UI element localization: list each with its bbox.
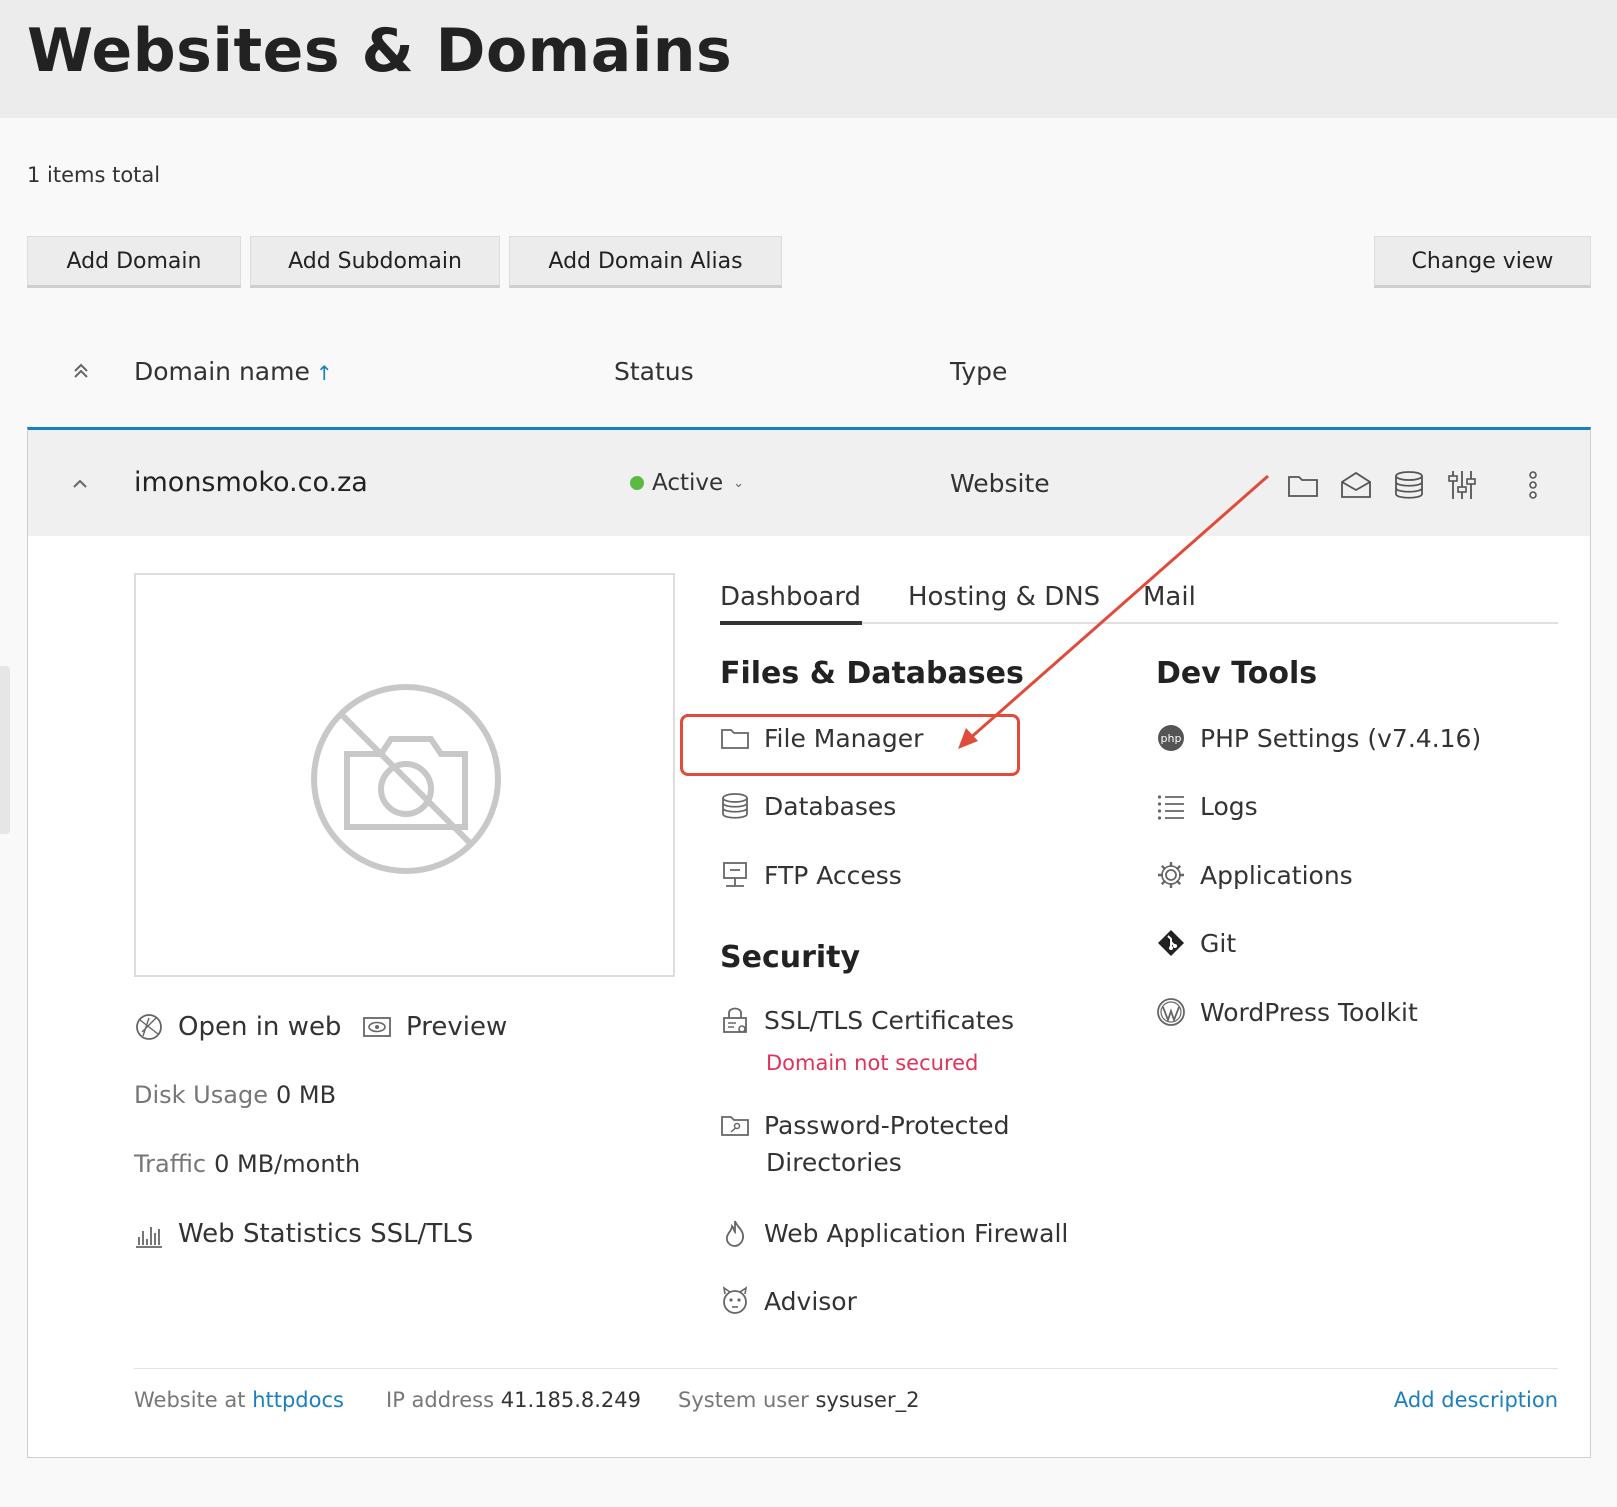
annotation-arrow [958,474,1269,749]
